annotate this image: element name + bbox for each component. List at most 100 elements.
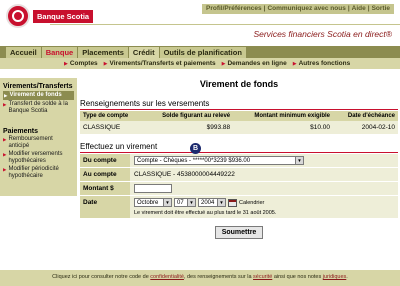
- subtab-label: Autres fonctions: [298, 60, 351, 67]
- sidebar-group-title: Virements/Transferts: [3, 83, 73, 90]
- service-title: Services financiers Scotia en direct®: [253, 29, 392, 39]
- footer-text: ainsi que nos notes: [272, 274, 323, 280]
- month-value: Octobre: [137, 199, 159, 206]
- sidebar-item-virement-fonds[interactable]: ▶ Virement de fonds: [3, 91, 74, 100]
- column-header: Montant minimum exigible: [233, 111, 334, 121]
- to-account-label: Au compte: [80, 168, 130, 181]
- separator: |: [263, 5, 266, 12]
- month-select[interactable]: Octobre ▼: [134, 198, 172, 207]
- chevron-down-icon: ▼: [295, 157, 303, 164]
- transfer-form: Du compte Compte - Chèques - *****00*323…: [80, 154, 398, 218]
- subtab-label: Comptes: [69, 60, 98, 67]
- sidebar-item-modifier-versements[interactable]: ▶ Modifier versements hypothécaires: [3, 151, 74, 165]
- sidebar-item-modifier-periodicite[interactable]: ▶ Modifier périodicité hypothécaire: [3, 166, 74, 180]
- sidebar-item-label: Transfert de solde à la Banque Scotia: [8, 101, 68, 114]
- subtab-label: Virements/Transferts et paiements: [109, 60, 216, 67]
- header-divider: [50, 24, 400, 25]
- footer-text: .: [346, 274, 348, 280]
- amount-input[interactable]: [134, 184, 172, 193]
- chevron-down-icon: ▼: [163, 199, 171, 206]
- triangle-icon: ▶: [3, 102, 7, 107]
- subtab-demandes[interactable]: ▶ Demandes en ligne: [222, 60, 287, 67]
- table-row: CLASSIQUE $993.88 $10.00 2004-02-10: [80, 121, 398, 134]
- form-row-amount: Montant $: [80, 182, 398, 195]
- table-header-row: Type de compte Solde figurant au relevé …: [80, 111, 398, 121]
- transfer-heading: Effectuez un virement: [80, 142, 158, 151]
- cell-due-date: 2004-02-10: [333, 121, 398, 134]
- sidebar-item-label: Remboursement anticipé: [8, 136, 53, 149]
- form-row-from: Du compte Compte - Chèques - *****00*323…: [80, 154, 398, 167]
- submit-button[interactable]: Soumettre: [214, 226, 264, 239]
- column-header: Solde figurant au relevé: [142, 111, 234, 121]
- privacy-link[interactable]: confidentialité: [150, 274, 184, 280]
- triangle-icon: ▶: [3, 152, 7, 157]
- from-account-label: Du compte: [80, 154, 130, 167]
- globe-icon: [6, 4, 30, 28]
- separator: |: [367, 5, 370, 12]
- separator: |: [347, 5, 350, 12]
- help-link[interactable]: Aide: [352, 5, 366, 12]
- utility-nav: Profil/Préférences | Communiquez avec nous…: [201, 4, 394, 14]
- column-header: Date d'échéance: [333, 111, 398, 121]
- subtab-virements[interactable]: ▶ Virements/Transferts et paiements: [104, 60, 216, 67]
- sidebar-item-label: Modifier versements hypothécaires: [8, 151, 63, 164]
- tab-accueil[interactable]: Accueil: [6, 47, 41, 58]
- triangle-icon: ▶: [64, 60, 68, 67]
- day-select[interactable]: 07 ▼: [174, 198, 196, 207]
- form-row-to: Au compte CLASSIQUE - 4538000004449222: [80, 168, 398, 181]
- footer-text: Cliquez ici pour consulter notre code de: [52, 274, 151, 280]
- profile-link[interactable]: Profil/Préférences: [206, 5, 262, 12]
- sidebar-item-label: Modifier périodicité hypothécaire: [8, 166, 59, 179]
- section-divider: [80, 152, 398, 153]
- tab-banque[interactable]: Banque: [41, 47, 78, 58]
- main-content: Virement de fonds Renseignements sur les…: [80, 78, 398, 239]
- day-value: 07: [177, 199, 184, 206]
- sidebar-item-remboursement[interactable]: ▶ Remboursement anticipé: [3, 136, 74, 150]
- footer: Cliquez ici pour consulter notre code de…: [0, 270, 400, 286]
- triangle-icon: ▶: [3, 137, 7, 142]
- from-account-value: Compte - Chèques - *****00*3239 $936.00: [137, 157, 251, 164]
- sub-tabs: ▶ Comptes ▶ Virements/Transferts et paieme…: [0, 58, 400, 69]
- amount-label: Montant $: [80, 182, 130, 195]
- tab-placements[interactable]: Placements: [78, 47, 128, 58]
- subtab-label: Demandes en ligne: [227, 60, 287, 67]
- triangle-icon: ▶: [221, 60, 226, 67]
- header: Banque Scotia Profil/Préférences | Communi…: [0, 0, 400, 46]
- cell-minimum: $10.00: [233, 121, 334, 134]
- logout-link[interactable]: Sortie: [372, 5, 390, 12]
- main-tabs: Accueil Banque Placements Crédit Outils …: [0, 46, 400, 58]
- year-select[interactable]: 2004 ▼: [198, 198, 226, 207]
- payment-info-table: Type de compte Solde figurant au relevé …: [80, 111, 398, 134]
- cell-balance: $993.88: [142, 121, 234, 134]
- due-date-note: Le virement doit être effectué au plus t…: [134, 210, 277, 216]
- chevron-down-icon: ▼: [187, 199, 195, 206]
- triangle-icon: ▶: [3, 167, 7, 172]
- subtab-comptes[interactable]: ▶ Comptes: [64, 60, 98, 67]
- calendar-icon[interactable]: [228, 198, 237, 207]
- to-account-value: CLASSIQUE - 4538000004449222: [134, 171, 235, 178]
- triangle-icon: ▶: [103, 60, 108, 67]
- from-account-select[interactable]: Compte - Chèques - *****00*3239 $936.00 …: [134, 156, 304, 165]
- date-label: Date: [80, 196, 130, 218]
- sidebar: Virements/Transferts ▶ Virement de fonds …: [0, 78, 77, 196]
- calendar-link[interactable]: Calendrier: [239, 200, 264, 206]
- triangle-icon: ▶: [292, 60, 297, 67]
- payment-info-heading: Renseignements sur les versements: [80, 99, 210, 108]
- chevron-down-icon: ▼: [217, 199, 225, 206]
- form-row-date: Date Octobre ▼ 07 ▼ 2004 ▼ Calendrier Le…: [80, 196, 398, 218]
- column-header: Type de compte: [80, 111, 143, 121]
- year-value: 2004: [201, 199, 215, 206]
- section-divider: [80, 109, 398, 110]
- tab-outils[interactable]: Outils de planification: [159, 47, 246, 58]
- triangle-icon: ▶: [4, 93, 8, 98]
- sidebar-group-title: Paiements: [3, 128, 39, 135]
- security-link[interactable]: sécurité: [253, 274, 272, 280]
- page-title: Virement de fonds: [199, 79, 279, 89]
- sidebar-item-label: Virement de fonds: [9, 92, 62, 98]
- legal-link[interactable]: juridiques: [323, 274, 347, 280]
- contact-link[interactable]: Communiquez avec nous: [267, 5, 345, 12]
- subtab-autres[interactable]: ▶ Autres fonctions: [293, 60, 351, 67]
- sidebar-item-transfert-solde[interactable]: ▶ Transfert de solde à la Banque Scotia: [3, 101, 74, 115]
- footer-text: , des renseignements sur la: [183, 274, 254, 280]
- tab-credit[interactable]: Crédit: [128, 47, 159, 58]
